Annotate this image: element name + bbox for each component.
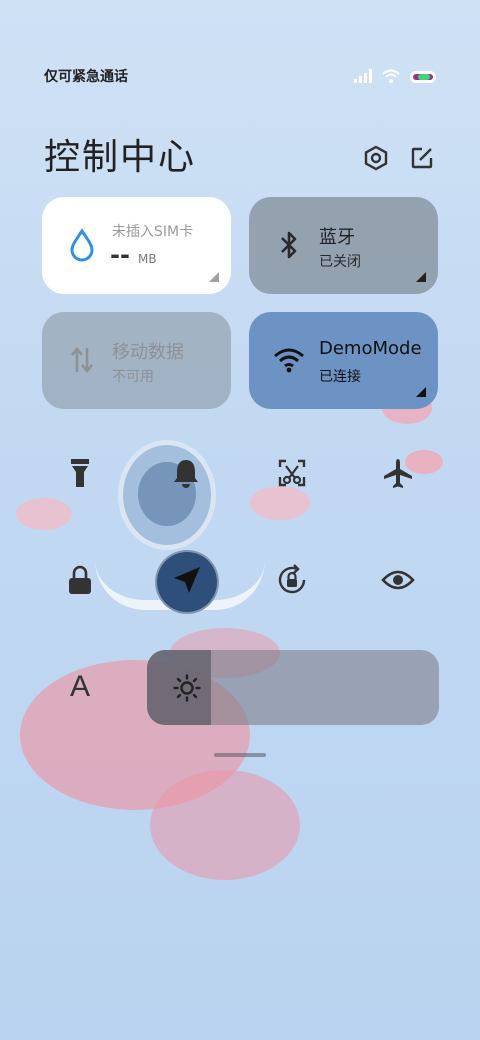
drag-handle[interactable]: [214, 753, 266, 757]
water-drop-icon: [64, 227, 100, 263]
wifi-icon: [271, 342, 307, 378]
airplane-mode-toggle[interactable]: [366, 443, 430, 507]
mobile-data-label: 移动数据: [112, 342, 184, 363]
location-toggle[interactable]: [155, 550, 219, 614]
eye-icon: [381, 568, 415, 596]
bluetooth-tile[interactable]: 蓝牙 已关闭: [249, 197, 438, 294]
screenshot-icon: [276, 457, 308, 493]
data-usage-tile[interactable]: 未插入SIM卡 -- MB: [42, 197, 231, 294]
expand-corner-icon: [416, 272, 426, 282]
status-bar: 仅可紧急通话: [0, 60, 480, 92]
wifi-network-name: DemoMode: [319, 338, 422, 359]
wifi-status: 已连接: [319, 369, 361, 385]
wifi-icon: [382, 68, 400, 87]
bluetooth-icon: [271, 227, 307, 263]
edit-icon: [409, 145, 435, 175]
settings-button[interactable]: [360, 144, 392, 176]
brightness-slider[interactable]: [147, 650, 439, 725]
airplane-icon: [382, 457, 414, 493]
battery-icon: [410, 68, 436, 87]
rotation-lock-toggle[interactable]: [260, 550, 324, 614]
carrier-label: 仅可紧急通话: [44, 69, 128, 85]
sim-status-label: 未插入SIM卡: [112, 224, 194, 240]
reading-mode-toggle[interactable]: [366, 550, 430, 614]
data-usage-value: --: [110, 241, 130, 269]
mobile-data-tile[interactable]: 移动数据 不可用: [42, 312, 231, 409]
flashlight-toggle[interactable]: [48, 443, 112, 507]
bluetooth-label: 蓝牙: [319, 227, 355, 248]
bell-icon: [171, 457, 201, 493]
bluetooth-status: 已关闭: [319, 254, 361, 270]
lock-screen-toggle[interactable]: [48, 550, 112, 614]
font-size-button[interactable]: A: [48, 655, 112, 719]
sun-icon: [173, 674, 201, 706]
mobile-data-icon: [64, 342, 100, 378]
rotation-lock-icon: [275, 563, 309, 601]
location-icon: [170, 563, 204, 601]
screenshot-toggle[interactable]: [260, 443, 324, 507]
font-size-label: A: [69, 670, 90, 703]
expand-corner-icon: [416, 387, 426, 397]
lock-icon: [66, 564, 94, 600]
mobile-data-status: 不可用: [112, 369, 154, 385]
signal-icon: [354, 68, 372, 87]
data-usage-unit: MB: [138, 252, 157, 266]
settings-icon: [362, 144, 390, 176]
expand-corner-icon: [209, 272, 219, 282]
flashlight-icon: [69, 457, 91, 493]
page-title: 控制中心: [44, 137, 197, 178]
edit-button[interactable]: [406, 144, 438, 176]
ringer-toggle[interactable]: [154, 443, 218, 507]
wifi-tile[interactable]: DemoMode 已连接: [249, 312, 438, 409]
